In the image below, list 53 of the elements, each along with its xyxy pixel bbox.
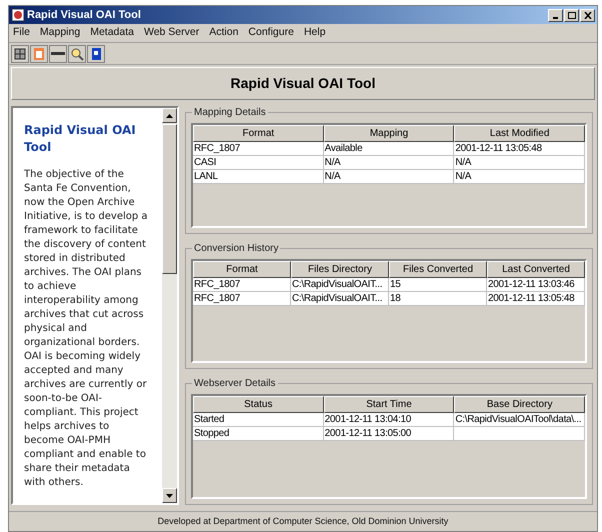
scroll-thumb[interactable]: [162, 124, 177, 274]
window-title: Rapid Visual OAI Tool: [27, 8, 141, 23]
book-icon: [89, 46, 103, 60]
column-header[interactable]: Format: [193, 125, 324, 142]
table-cell: LANL: [193, 170, 324, 184]
grid-tool-button[interactable]: [11, 44, 29, 62]
status-text: Developed at Department of Computer Science, Old Dominion University: [158, 514, 448, 528]
maximize-icon: [568, 12, 576, 18]
column-header[interactable]: Last Modified: [454, 125, 585, 142]
column-header[interactable]: Status: [193, 396, 324, 414]
scroll-up-icon[interactable]: [166, 114, 173, 118]
table-cell: 2001-12-11 13:05:00: [324, 427, 454, 442]
table-cell: RFC_1807: [193, 292, 291, 306]
minus-tool-button[interactable]: [49, 44, 67, 62]
menu-item[interactable]: Action: [209, 25, 238, 41]
menu-item[interactable]: File: [13, 25, 30, 41]
grid-icon: [13, 46, 27, 60]
close-button[interactable]: [580, 8, 595, 22]
scrollbar[interactable]: [162, 108, 177, 503]
column-header[interactable]: Format: [193, 260, 291, 278]
menu-item[interactable]: Help: [304, 25, 326, 41]
section-title: Conversion History: [192, 240, 280, 256]
table-cell: 18: [389, 292, 487, 306]
menu-item[interactable]: Mapping: [40, 25, 80, 41]
note-icon: [32, 46, 46, 60]
info-title: Rapid Visual OAI Tool: [24, 122, 137, 156]
table-cell: C:\RapidVisualOAIT...: [291, 292, 389, 306]
menu-item[interactable]: Metadata: [90, 25, 134, 41]
column-header[interactable]: Files Directory: [291, 260, 389, 278]
maximize-button[interactable]: [564, 8, 579, 22]
magnifier-tool-button[interactable]: [68, 44, 86, 62]
column-header[interactable]: Start Time: [324, 396, 454, 414]
table-cell: Stopped: [193, 427, 324, 442]
column-header[interactable]: Last Converted: [487, 260, 585, 278]
menu-item[interactable]: Web Server: [144, 25, 200, 41]
book-tool-button[interactable]: [87, 44, 105, 62]
scroll-down-icon[interactable]: [166, 494, 173, 498]
minimize-button[interactable]: [548, 8, 563, 22]
close-icon: [584, 12, 592, 18]
column-header[interactable]: Mapping: [324, 125, 454, 142]
column-header[interactable]: Base Directory: [454, 396, 585, 414]
table-cell: N/A: [454, 170, 585, 184]
app-logo-icon: [11, 8, 25, 22]
minus-icon: [51, 52, 65, 55]
table-cell: 2001-12-11 13:05:48: [487, 292, 585, 306]
info-text: The objective of the Santa Fe Convention, now the Open Archive Initiative, is to develop a framework to facilitate the discovery of content stored in distributed archives. The OAI plans to achieve interoperability among archives that cut across physical and organizational borders. OAI is becoming widely accepted and many archives are currently or soon-to-be OAI-compliant. This project helps archives to become OAI-PMH compliant and enable to share their metadata with others.: [24, 168, 149, 490]
column-header[interactable]: Files Converted: [389, 260, 487, 278]
header-title: Rapid Visual OAI Tool: [230, 74, 376, 93]
table-cell: N/A: [324, 170, 454, 184]
menu-item[interactable]: Configure: [248, 25, 294, 41]
note-tool-button[interactable]: [30, 44, 48, 62]
magnifier-icon: [70, 46, 84, 60]
section-title: Mapping Details: [192, 105, 268, 120]
